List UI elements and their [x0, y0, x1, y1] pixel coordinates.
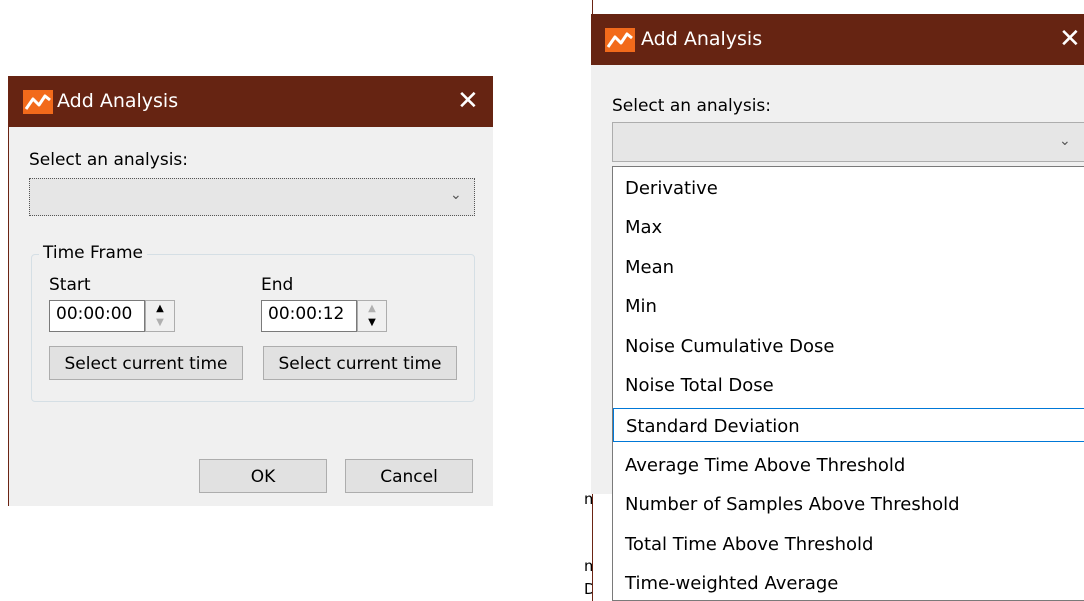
analysis-dropdown-list[interactable]: Derivative Max Mean Min Noise Cumulative… [612, 166, 1084, 601]
dropdown-option-derivative[interactable]: Derivative [613, 171, 1084, 205]
analysis-combobox[interactable]: ⌄ [612, 122, 1084, 162]
background-text: mo [584, 557, 592, 575]
dropdown-option-average-time-above-threshold[interactable]: Average Time Above Threshold [613, 448, 1084, 482]
analysis-chart-icon [605, 28, 635, 52]
spin-up-icon[interactable]: ▲ [358, 302, 386, 315]
analysis-chart-icon [23, 90, 53, 114]
dropdown-option-noise-cumulative-dose[interactable]: Noise Cumulative Dose [613, 329, 1084, 363]
chevron-down-icon: ⌄ [1059, 133, 1071, 149]
spin-down-icon[interactable]: ▼ [358, 316, 386, 329]
dropdown-option-time-weighted-average[interactable]: Time-weighted Average [613, 566, 1084, 600]
dropdown-option-max[interactable]: Max [613, 210, 1084, 244]
start-time-spinner[interactable]: ▲ ▼ [145, 300, 175, 332]
title-bar[interactable]: Add Analysis ✕ [591, 14, 1084, 65]
start-select-current-time-button[interactable]: Select current time [49, 346, 243, 380]
dialog-title: Add Analysis [641, 28, 763, 50]
select-analysis-label: Select an analysis: [29, 150, 189, 170]
end-time-spinner[interactable]: ▲ ▼ [357, 300, 387, 332]
end-time-input[interactable]: 00:00:12 [261, 300, 357, 332]
start-time-input[interactable]: 00:00:00 [49, 300, 145, 332]
dropdown-option-total-time-above-threshold[interactable]: Total Time Above Threshold [613, 527, 1084, 561]
spin-up-icon[interactable]: ▲ [146, 302, 174, 315]
chevron-down-icon: ⌄ [450, 187, 462, 203]
end-select-current-time-button[interactable]: Select current time [263, 346, 457, 380]
dropdown-option-mean[interactable]: Mean [613, 250, 1084, 284]
dropdown-option-min[interactable]: Min [613, 289, 1084, 323]
dropdown-option-number-of-samples-above-threshold[interactable]: Number of Samples Above Threshold [613, 487, 1084, 521]
time-frame-legend: Time Frame [39, 243, 147, 263]
dialog-title: Add Analysis [57, 90, 179, 112]
add-analysis-dialog-left: Add Analysis ✕ Select an analysis: ⌄ Tim… [8, 76, 493, 506]
cancel-button[interactable]: Cancel [345, 459, 473, 493]
close-icon[interactable]: ✕ [1059, 26, 1081, 52]
title-bar[interactable]: Add Analysis ✕ [9, 76, 493, 127]
dropdown-option-standard-deviation[interactable]: Standard Deviation [613, 408, 1084, 442]
start-label: Start [49, 275, 91, 295]
analysis-combobox[interactable]: ⌄ [29, 178, 475, 216]
select-analysis-label: Select an analysis: [612, 96, 772, 116]
close-icon[interactable]: ✕ [457, 88, 479, 114]
spin-down-icon[interactable]: ▼ [146, 316, 174, 329]
end-label: End [261, 275, 294, 295]
ok-button[interactable]: OK [199, 459, 327, 493]
dropdown-option-noise-total-dose[interactable]: Noise Total Dose [613, 368, 1084, 402]
background-text: D [584, 580, 592, 598]
